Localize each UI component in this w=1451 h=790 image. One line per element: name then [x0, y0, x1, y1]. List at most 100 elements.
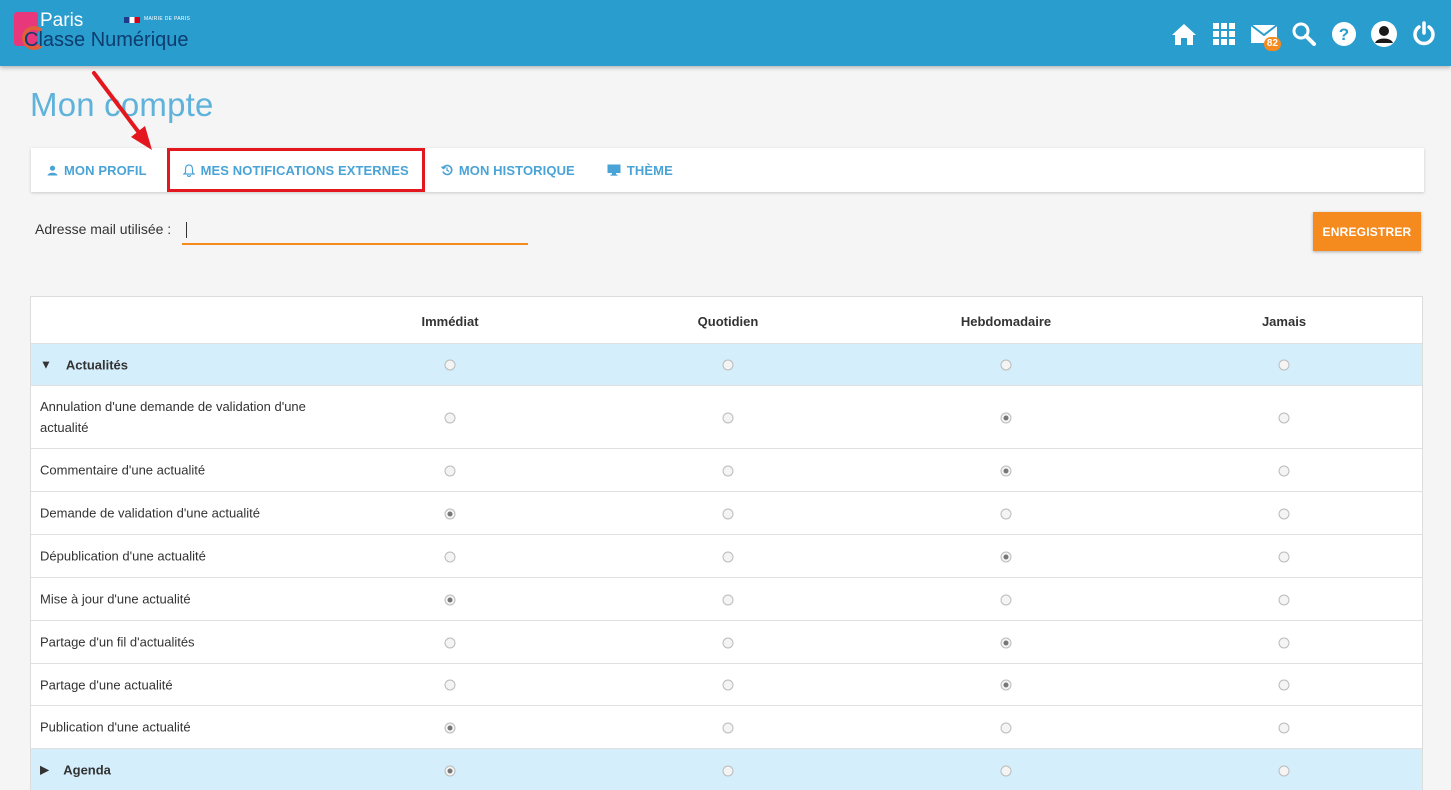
expand-toggle-icon[interactable]: ▶	[40, 760, 49, 781]
frequency-radio-hebdomadaire[interactable]	[1000, 594, 1012, 605]
row-label: ▶ Agenda	[40, 760, 320, 781]
row-label: Partage d'un fil d'actualités	[40, 634, 195, 650]
frequency-radio-immediat[interactable]	[444, 412, 456, 423]
user-icon[interactable]	[1367, 17, 1401, 51]
flag-icon	[124, 17, 140, 23]
row-label: Publication d'une actualité	[40, 719, 191, 735]
user-icon	[47, 165, 58, 175]
frequency-radio-jamais[interactable]	[1278, 637, 1290, 648]
monitor-icon	[607, 164, 621, 176]
email-label: Adresse mail utilisée :	[35, 221, 172, 237]
top-bar: Paris Classe Numérique MAIRIE DE PARIS 8…	[0, 0, 1451, 66]
tab-mon-historique[interactable]: MON HISTORIQUE	[425, 148, 591, 192]
frequency-radio-jamais[interactable]	[1278, 765, 1290, 776]
frequency-radio-immediat[interactable]	[444, 679, 456, 691]
frequency-radio-quotidien[interactable]	[722, 551, 734, 562]
row-label: Mise à jour d'une actualité	[40, 591, 191, 607]
page-title: Mon compte	[30, 86, 214, 123]
row-label: Dépublication d'une actualité	[40, 548, 206, 564]
tab-theme[interactable]: THÈME	[591, 148, 689, 192]
mail-badge: 82	[1263, 37, 1281, 51]
mairie-logo: MAIRIE DE PARIS	[124, 14, 192, 24]
help-icon[interactable]: ?	[1327, 17, 1361, 51]
frequency-radio-immediat[interactable]	[444, 551, 456, 562]
row-label: Commentaire d'une actualité	[40, 462, 206, 478]
top-icons: 82 ?	[1167, 14, 1441, 54]
mail-icon[interactable]: 82	[1247, 17, 1281, 51]
frequency-radio-immediat[interactable]	[444, 465, 456, 476]
frequency-radio-quotidien[interactable]	[722, 679, 734, 691]
frequency-radio-jamais[interactable]	[1278, 722, 1290, 733]
frequency-radio-hebdomadaire[interactable]	[1000, 508, 1012, 519]
frequency-radio-immediat[interactable]	[444, 722, 456, 733]
frequency-radio-quotidien[interactable]	[722, 722, 734, 733]
tab-mes-notifications-externes[interactable]: MES NOTIFICATIONS EXTERNES	[166, 148, 425, 192]
frequency-radio-jamais[interactable]	[1278, 551, 1290, 562]
apps-grid-icon[interactable]	[1207, 17, 1241, 51]
frequency-radio-quotidien[interactable]	[722, 359, 734, 371]
tab-label: MES NOTIFICATIONS EXTERNES	[200, 162, 409, 178]
frequency-radio-immediat[interactable]	[444, 594, 456, 605]
column-header-jamais: Jamais	[1261, 314, 1307, 329]
power-icon[interactable]	[1407, 17, 1441, 51]
tab-label: THÈME	[626, 162, 673, 178]
table-row: Partage d'une actualité	[31, 664, 1422, 706]
frequency-radio-quotidien[interactable]	[722, 465, 734, 476]
table-row: Publication d'une actualité	[31, 706, 1422, 749]
column-header-hebdomadaire: Hebdomadaire	[960, 314, 1052, 329]
email-input[interactable]	[182, 217, 528, 245]
save-button[interactable]: ENREGISTRER	[1313, 212, 1421, 251]
column-header-immediat: Immédiat	[421, 314, 479, 329]
home-icon[interactable]	[1167, 17, 1201, 51]
tab-label: MON PROFIL	[64, 162, 147, 178]
table-row: Demande de validation d'une actualité	[31, 492, 1422, 535]
frequency-radio-immediat[interactable]	[444, 637, 456, 648]
frequency-radio-quotidien[interactable]	[722, 637, 734, 648]
tab-mon-profil[interactable]: MON PROFIL	[31, 148, 163, 192]
mairie-text: MAIRIE DE PARIS	[144, 16, 191, 22]
frequency-radio-hebdomadaire[interactable]	[1000, 765, 1012, 776]
frequency-radio-quotidien[interactable]	[722, 412, 734, 423]
section-title: Agenda	[63, 762, 111, 778]
frequency-radio-quotidien[interactable]	[722, 594, 734, 605]
logo-name-text: Classe Numérique	[24, 29, 189, 51]
app-logo[interactable]: Paris Classe Numérique MAIRIE DE PARIS	[14, 10, 214, 58]
frequency-radio-jamais[interactable]	[1278, 679, 1290, 691]
table-row: Dépublication d'une actualité	[31, 535, 1422, 578]
table-row: Partage d'un fil d'actualités	[31, 621, 1422, 664]
notifications-table: Immédiat Quotidien Hebdomadaire Jamais ▼…	[30, 296, 1423, 790]
text-caret	[186, 222, 187, 238]
table-header-row: Immédiat Quotidien Hebdomadaire Jamais	[31, 297, 1422, 344]
frequency-radio-jamais[interactable]	[1278, 359, 1290, 371]
collapse-toggle-icon[interactable]: ▼	[40, 354, 52, 375]
column-header-quotidien: Quotidien	[697, 314, 759, 329]
row-label: Partage d'une actualité	[40, 677, 173, 692]
frequency-radio-immediat[interactable]	[444, 765, 456, 776]
history-icon	[440, 164, 453, 176]
table-row: Mise à jour d'une actualité	[31, 578, 1422, 621]
frequency-radio-jamais[interactable]	[1278, 594, 1290, 605]
frequency-radio-immediat[interactable]	[444, 508, 456, 519]
frequency-radio-hebdomadaire[interactable]	[1000, 637, 1012, 648]
frequency-radio-quotidien[interactable]	[722, 508, 734, 519]
search-icon[interactable]	[1287, 17, 1321, 51]
table-section-row[interactable]: ▼ Actualités	[31, 344, 1422, 386]
table-row: Annulation d'une demande de validation d…	[31, 386, 1422, 449]
table-row: Commentaire d'une actualité	[31, 449, 1422, 492]
frequency-radio-hebdomadaire[interactable]	[1000, 722, 1012, 733]
svg-text:?: ?	[1339, 25, 1349, 44]
frequency-radio-hebdomadaire[interactable]	[1000, 359, 1012, 371]
row-label: ▼ Actualités	[40, 354, 320, 375]
frequency-radio-hebdomadaire[interactable]	[1000, 465, 1012, 476]
frequency-radio-hebdomadaire[interactable]	[1000, 679, 1012, 691]
frequency-radio-hebdomadaire[interactable]	[1000, 412, 1012, 423]
frequency-radio-jamais[interactable]	[1278, 412, 1290, 423]
account-tabs: MON PROFIL MES NOTIFICATIONS EXTERNES MO…	[31, 148, 1424, 192]
frequency-radio-immediat[interactable]	[444, 359, 456, 371]
frequency-radio-jamais[interactable]	[1278, 465, 1290, 476]
frequency-radio-jamais[interactable]	[1278, 508, 1290, 519]
frequency-radio-quotidien[interactable]	[722, 765, 734, 776]
frequency-radio-hebdomadaire[interactable]	[1000, 551, 1012, 562]
table-section-row[interactable]: ▶ Agenda	[31, 749, 1422, 790]
section-title: Actualités	[65, 357, 129, 372]
